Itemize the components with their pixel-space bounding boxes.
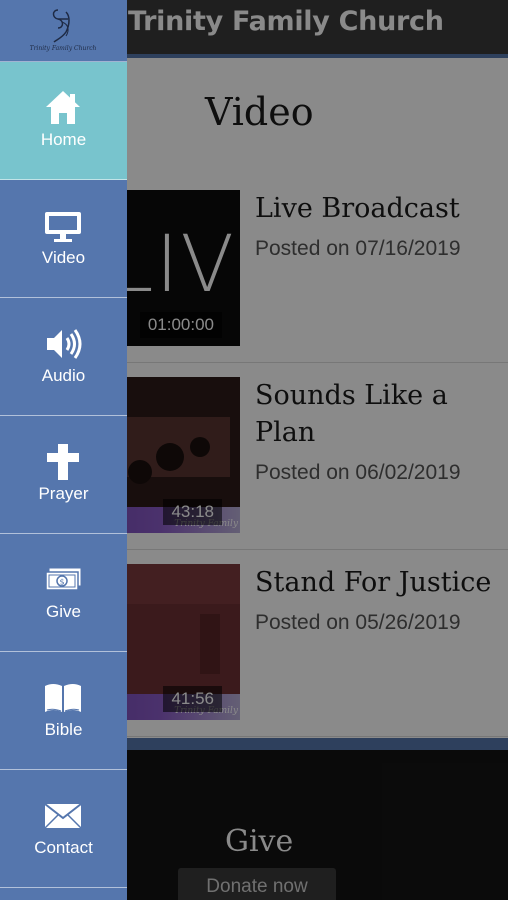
nav-item-contact[interactable]: Contact [0,770,127,888]
nav-label-bible: Bible [44,720,83,739]
drawer-logo[interactable]: Trinity Family Church [0,0,127,62]
nav-label-give: Give [46,602,81,621]
nav-label-audio: Audio [41,366,86,385]
svg-text:$: $ [59,578,64,587]
nav-item-bible[interactable]: Bible [0,652,127,770]
home-icon [46,91,80,124]
navigation-drawer: Trinity Family Church Home Video Audio P… [0,0,127,900]
nav-item-home[interactable]: Home [0,62,127,180]
nav-label-contact: Contact [34,838,93,857]
nav-item-give[interactable]: $ Give [0,534,127,652]
nav-label-prayer: Prayer [38,484,89,503]
monitor-icon [45,212,81,242]
church-logo-icon [52,9,70,43]
church-logo: Trinity Family Church [28,6,98,54]
nav-label-video: Video [41,248,86,267]
book-icon [45,684,81,712]
nav-item-audio[interactable]: Audio [0,298,127,416]
speaker-icon [47,329,82,359]
nav-item-prayer[interactable]: Prayer [0,416,127,534]
money-icon: $ [45,567,82,591]
cross-icon [47,444,79,480]
envelope-icon [44,803,82,829]
nav-label-home: Home [40,130,87,149]
logo-text: Trinity Family Church [29,45,97,52]
nav-item-video[interactable]: Video [0,180,127,298]
